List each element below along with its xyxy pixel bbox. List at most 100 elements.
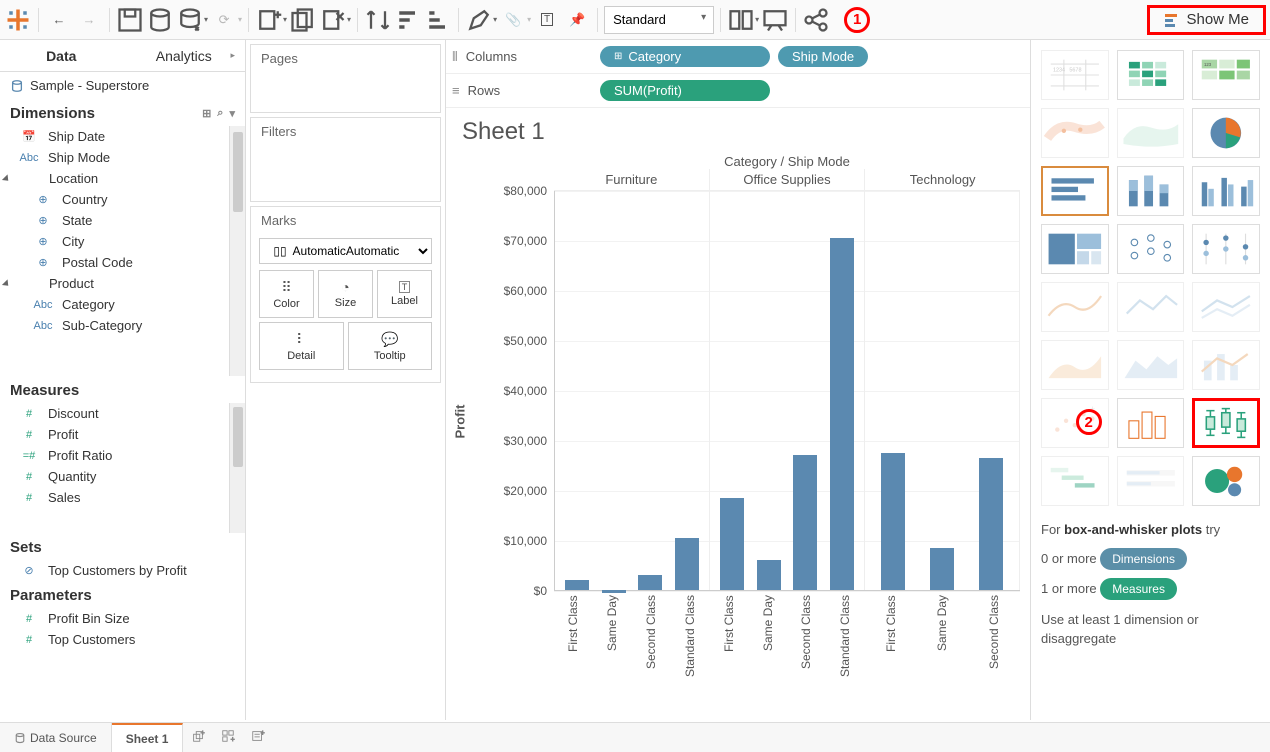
swap-icon[interactable]	[364, 6, 392, 34]
bar[interactable]	[757, 560, 781, 590]
viz-dual-line[interactable]	[1192, 282, 1260, 332]
viz-pie[interactable]	[1192, 108, 1260, 158]
new-worksheet-tab-icon[interactable]: +	[183, 729, 213, 746]
field-profit-ratio[interactable]: =#Profit Ratio	[0, 445, 229, 466]
field-postal[interactable]: ⊕Postal Code	[0, 252, 229, 273]
category-header[interactable]: Office Supplies	[709, 169, 865, 190]
sheet1-tab[interactable]: Sheet 1	[112, 723, 184, 752]
bar[interactable]	[720, 498, 744, 591]
scrollbar[interactable]	[229, 403, 245, 533]
group-icon[interactable]: 📎	[499, 6, 527, 34]
sheet-title[interactable]: Sheet 1	[446, 108, 1030, 150]
folder-location[interactable]: Location	[0, 168, 229, 189]
field-category[interactable]: AbcCategory	[0, 294, 229, 315]
detail-button[interactable]: ⠇Detail	[259, 322, 344, 370]
labels-icon[interactable]: T	[533, 6, 561, 34]
share-icon[interactable]	[802, 6, 830, 34]
duplicate-icon[interactable]	[289, 6, 317, 34]
label-button[interactable]: TLabel	[377, 270, 432, 318]
sort-desc-icon[interactable]	[424, 6, 452, 34]
x-label[interactable]: First Class	[884, 591, 898, 691]
bar[interactable]	[565, 580, 589, 590]
pill-ship-mode[interactable]: Ship Mode	[778, 46, 868, 67]
viz-symbol-map[interactable]	[1041, 108, 1109, 158]
bar[interactable]	[930, 548, 954, 591]
field-city[interactable]: ⊕City	[0, 231, 229, 252]
field-subcategory[interactable]: AbcSub-Category	[0, 315, 229, 336]
bar[interactable]	[675, 538, 699, 591]
highlight-icon[interactable]	[465, 6, 493, 34]
auto-update-icon[interactable]	[176, 6, 204, 34]
data-source-tab[interactable]: Data Source	[0, 723, 112, 752]
viz-highlight-table[interactable]: 123	[1192, 50, 1260, 100]
presentation-icon[interactable]	[761, 6, 789, 34]
datasource-item[interactable]: Sample - Superstore	[0, 72, 245, 99]
pin-icon[interactable]: 📌	[563, 6, 591, 34]
view-icon[interactable]: ⊞	[202, 107, 211, 120]
viz-box-plot[interactable]	[1192, 398, 1260, 448]
clear-icon[interactable]	[319, 6, 347, 34]
pages-card[interactable]: Pages	[250, 44, 441, 113]
scrollbar[interactable]	[229, 126, 245, 376]
field-top-customers-param[interactable]: #Top Customers	[0, 629, 245, 650]
bar[interactable]	[830, 238, 854, 591]
tooltip-button[interactable]: 💬Tooltip	[348, 322, 433, 370]
columns-shelf[interactable]: ⦀Columns ⊞Category Ship Mode	[446, 40, 1030, 74]
x-label[interactable]: Same Day	[605, 591, 619, 691]
viz-area-continuous[interactable]	[1041, 340, 1109, 390]
bar[interactable]	[979, 458, 1003, 591]
x-label[interactable]: Second Class	[644, 591, 658, 691]
pill-category[interactable]: ⊞Category	[600, 46, 770, 67]
viz-treemap[interactable]	[1041, 224, 1109, 274]
viz-line-discrete[interactable]	[1117, 282, 1185, 332]
x-label[interactable]: Standard Class	[683, 591, 697, 691]
refresh-icon[interactable]: ⟳	[210, 6, 238, 34]
field-discount[interactable]: #Discount	[0, 403, 229, 424]
new-worksheet-icon[interactable]	[255, 6, 283, 34]
category-header[interactable]: Furniture	[554, 169, 709, 190]
viz-histogram[interactable]: 2	[1117, 398, 1185, 448]
x-label[interactable]: Second Class	[987, 591, 1001, 691]
show-me-button[interactable]: Show Me	[1147, 5, 1266, 35]
color-button[interactable]: ⠿Color	[259, 270, 314, 318]
x-label[interactable]: First Class	[722, 591, 736, 691]
viz-line-continuous[interactable]	[1041, 282, 1109, 332]
tableau-logo-icon[interactable]	[4, 6, 32, 34]
category-header[interactable]: Technology	[864, 169, 1020, 190]
new-story-tab-icon[interactable]: +	[243, 729, 273, 746]
field-state[interactable]: ⊕State	[0, 210, 229, 231]
search-icon[interactable]: ⌕	[217, 107, 223, 120]
field-profit[interactable]: #Profit	[0, 424, 229, 445]
viz-heatmap[interactable]	[1117, 50, 1185, 100]
field-top-customers-set[interactable]: ⊘Top Customers by Profit	[0, 560, 245, 581]
new-dashboard-tab-icon[interactable]: +	[213, 729, 243, 746]
x-label[interactable]: First Class	[566, 591, 580, 691]
viz-circle-views[interactable]	[1117, 224, 1185, 274]
new-datasource-icon[interactable]	[146, 6, 174, 34]
field-quantity[interactable]: #Quantity	[0, 466, 229, 487]
field-ship-mode[interactable]: AbcShip Mode	[0, 147, 229, 168]
show-hide-cards-icon[interactable]	[727, 6, 755, 34]
bar[interactable]	[881, 453, 905, 591]
sort-asc-icon[interactable]	[394, 6, 422, 34]
field-ship-date[interactable]: 📅Ship Date	[0, 126, 229, 147]
viz-text-table[interactable]: 12345678	[1041, 50, 1109, 100]
x-label[interactable]: Same Day	[935, 591, 949, 691]
fit-select[interactable]: Standard	[604, 6, 714, 34]
field-profit-bin[interactable]: #Profit Bin Size	[0, 608, 245, 629]
chart-bars[interactable]	[554, 191, 1020, 591]
tab-analytics[interactable]: Analytics	[123, 40, 246, 71]
bar[interactable]	[793, 455, 817, 590]
tab-data[interactable]: Data	[0, 40, 123, 71]
viz-stacked-bar[interactable]	[1117, 166, 1185, 216]
viz-gantt[interactable]	[1041, 456, 1109, 506]
viz-dual-combination[interactable]	[1192, 340, 1260, 390]
viz-side-by-side-circles[interactable]	[1192, 224, 1260, 274]
x-label[interactable]: Second Class	[799, 591, 813, 691]
folder-product[interactable]: Product	[0, 273, 229, 294]
x-label[interactable]: Standard Class	[838, 591, 852, 691]
back-icon[interactable]: ←	[45, 6, 73, 34]
viz-bullet[interactable]	[1117, 456, 1185, 506]
size-button[interactable]: ◔Size	[318, 270, 373, 318]
viz-packed-bubbles[interactable]	[1192, 456, 1260, 506]
